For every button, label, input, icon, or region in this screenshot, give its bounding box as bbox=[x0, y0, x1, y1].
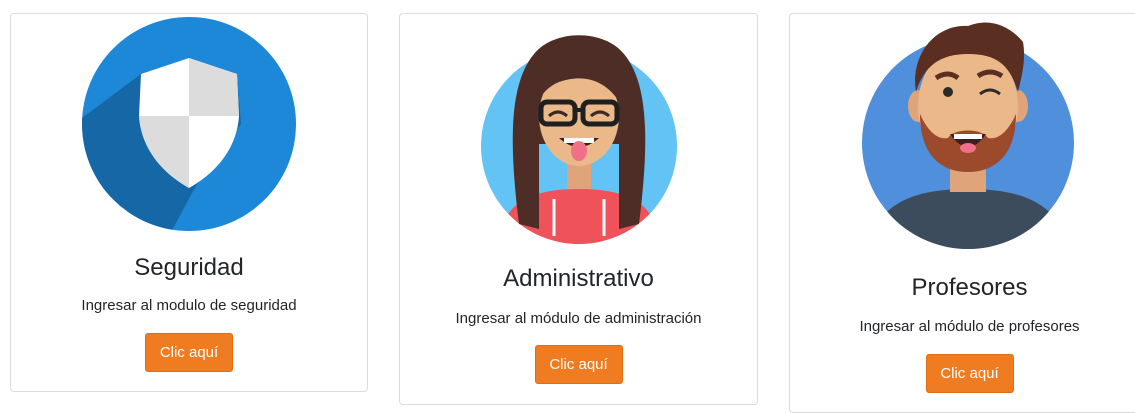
card-text: Ingresar al módulo de administración bbox=[455, 310, 702, 327]
shield-icon bbox=[82, 17, 296, 231]
clic-aqui-button[interactable]: Clic aquí bbox=[145, 333, 233, 372]
card-seguridad: Seguridad Ingresar al modulo de segurida… bbox=[10, 13, 368, 392]
card-administrativo: Administrativo Ingresar al módulo de adm… bbox=[399, 13, 758, 405]
man-avatar-icon bbox=[862, 22, 1074, 249]
card-title: Profesores bbox=[911, 274, 1028, 301]
clic-aqui-button[interactable]: Clic aquí bbox=[534, 345, 623, 384]
clic-aqui-button[interactable]: Clic aquí bbox=[925, 354, 1014, 393]
woman-avatar-icon bbox=[480, 35, 677, 244]
card-text: Ingresar al modulo de seguridad bbox=[81, 297, 297, 314]
card-text: Ingresar al módulo de profesores bbox=[859, 318, 1080, 335]
card-title: Seguridad bbox=[134, 254, 244, 281]
card-profesores: Profesores Ingresar al módulo de profeso… bbox=[789, 13, 1135, 413]
card-title: Administrativo bbox=[503, 265, 654, 292]
